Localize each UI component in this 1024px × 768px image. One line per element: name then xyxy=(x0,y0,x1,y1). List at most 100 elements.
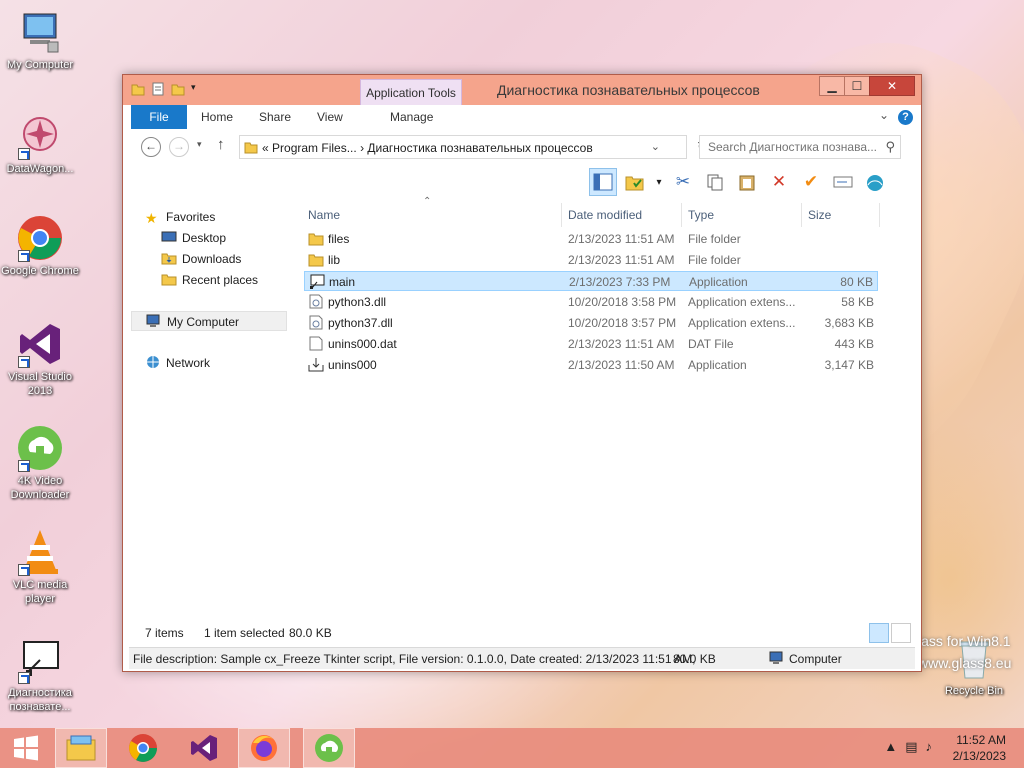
ribbon-expand-chevron-icon[interactable]: ⌄ xyxy=(879,108,889,122)
file-row[interactable]: unins000 2/13/2023 11:50 AM Application … xyxy=(304,355,878,375)
dll-icon xyxy=(308,294,324,309)
volume-icon[interactable]: ♪ xyxy=(926,739,941,754)
taskbar-firefox[interactable] xyxy=(238,728,290,768)
taskbar-chrome[interactable] xyxy=(117,728,169,768)
nav-desktop[interactable]: Desktop xyxy=(161,228,226,248)
file-row[interactable]: files 2/13/2023 11:51 AM File folder xyxy=(304,229,878,249)
taskbar-4k-downloader[interactable] xyxy=(303,728,355,768)
firefox-icon xyxy=(251,735,277,761)
desktop-icon-vlc[interactable]: VLC media player xyxy=(0,528,80,606)
desktop-icon-chrome[interactable]: Google Chrome xyxy=(0,214,80,278)
details-location: Computer xyxy=(789,652,842,666)
file-description: File description: Sample cx_Freeze Tkint… xyxy=(133,652,696,666)
rename-icon[interactable] xyxy=(829,168,857,196)
nav-recent-places[interactable]: Recent places xyxy=(161,270,258,290)
shell-icon[interactable] xyxy=(861,168,889,196)
maximize-button[interactable]: ☐ xyxy=(844,76,870,96)
preview-pane-button[interactable] xyxy=(589,168,617,196)
tab-view[interactable]: View xyxy=(317,105,343,129)
chrome-icon xyxy=(16,214,64,262)
copy-icon[interactable] xyxy=(701,168,729,196)
tab-manage[interactable]: Manage xyxy=(390,105,433,129)
nav-favorites[interactable]: ★ Favorites xyxy=(145,207,215,227)
taskbar-file-explorer[interactable] xyxy=(55,728,107,768)
title-bar[interactable]: ▾ Application Tools Диагностика познават… xyxy=(123,75,921,105)
search-box[interactable]: ⚲ xyxy=(699,135,901,159)
window-title: Диагностика познавательных процессов xyxy=(497,82,760,98)
check-icon[interactable]: ✔ xyxy=(797,168,825,196)
breadcrumb-program-files[interactable]: Program Files... xyxy=(272,141,357,155)
customize-chevron-icon[interactable]: ▾ xyxy=(191,82,205,96)
column-header-size[interactable]: Size xyxy=(803,203,879,227)
breadcrumb-separator[interactable]: › xyxy=(360,141,364,155)
recent-locations-chevron-icon[interactable]: ▾ xyxy=(197,139,202,150)
address-overflow[interactable]: « xyxy=(262,141,269,155)
desktop-icon-label: VLC media player xyxy=(12,579,68,605)
file-row[interactable]: python37.dll 10/20/2018 3:57 PM Applicat… xyxy=(304,313,878,333)
help-icon[interactable]: ? xyxy=(898,110,913,125)
taskbar-clock[interactable]: 11:52 AM 2/13/2023 xyxy=(953,732,1006,764)
clock-date: 2/13/2023 xyxy=(952,749,1006,763)
desktop-icon-label: DataWagon... xyxy=(6,163,74,175)
address-bar[interactable]: « Program Files... › Диагностика познава… xyxy=(239,135,708,159)
close-button[interactable]: ✕ xyxy=(869,76,915,96)
up-arrow-icon[interactable]: ↑ xyxy=(217,136,225,153)
back-button[interactable]: ← xyxy=(141,137,161,157)
file-icon xyxy=(308,336,324,351)
tray-expand-chevron-icon[interactable]: ▲ xyxy=(884,739,905,754)
network-icon xyxy=(145,355,161,369)
search-icon[interactable]: ⚲ xyxy=(885,139,895,155)
search-input[interactable] xyxy=(700,136,880,158)
folder-icon xyxy=(308,252,324,267)
column-header-date[interactable]: Date modified xyxy=(563,203,681,227)
minimize-button[interactable]: ▁ xyxy=(819,76,845,96)
chrome-icon xyxy=(129,734,157,762)
desktop-icon-label: Recycle Bin xyxy=(944,685,1004,697)
desktop-icon-label: Visual Studio 2013 xyxy=(7,371,72,397)
visual-studio-icon xyxy=(191,735,217,761)
status-bar: 7 items 1 item selected 80.0 KB xyxy=(129,623,915,645)
tab-file[interactable]: File xyxy=(131,105,187,129)
details-view-button[interactable] xyxy=(869,623,889,643)
desktop-icon-datawagon[interactable]: DataWagon... xyxy=(0,112,80,176)
datawagon-icon xyxy=(16,112,64,160)
new-folder-icon[interactable] xyxy=(171,82,185,96)
desktop-icon-label: My Computer xyxy=(6,59,74,71)
app-shortcut-icon xyxy=(16,636,64,684)
breadcrumb-current[interactable]: Диагностика познавательных процессов xyxy=(367,141,592,155)
properties-icon[interactable] xyxy=(151,82,165,96)
desktop-icon-4k-downloader[interactable]: 4K Video Downloader xyxy=(0,424,80,502)
large-icons-view-button[interactable] xyxy=(891,623,911,643)
file-row-selected[interactable]: main 2/13/2023 7:33 PM Application 80 KB xyxy=(304,271,878,291)
network-icon[interactable]: ▤ xyxy=(905,739,925,754)
nav-network[interactable]: Network xyxy=(145,353,210,373)
paste-icon[interactable] xyxy=(733,168,761,196)
address-dropdown-chevron-icon[interactable]: ⌄ xyxy=(651,140,660,153)
folder-check-icon[interactable] xyxy=(621,168,649,196)
taskbar-visual-studio[interactable] xyxy=(178,728,230,768)
file-row[interactable]: lib 2/13/2023 11:51 AM File folder xyxy=(304,250,878,270)
desktop-icon-diagnostika[interactable]: Диагностика познавате... xyxy=(0,636,80,714)
nav-downloads[interactable]: Downloads xyxy=(161,249,241,269)
column-header-name[interactable]: Name xyxy=(303,203,561,227)
folder-options-chevron-icon[interactable]: ▾ xyxy=(653,168,665,196)
delete-icon[interactable]: ✕ xyxy=(765,168,793,196)
system-tray[interactable]: ▲▤♪ xyxy=(884,739,940,755)
forward-button[interactable]: → xyxy=(169,137,189,157)
desktop-icon-my-computer[interactable]: My Computer xyxy=(0,8,80,72)
application-tools-context-tab: Application Tools xyxy=(360,79,462,105)
nav-my-computer[interactable]: My Computer xyxy=(131,311,287,331)
desktop-icon-visual-studio[interactable]: Visual Studio 2013 xyxy=(0,320,80,398)
file-row[interactable]: unins000.dat 2/13/2023 11:51 AM DAT File… xyxy=(304,334,878,354)
cut-icon[interactable]: ✂ xyxy=(669,168,697,196)
desktop-icon-label: 4K Video Downloader xyxy=(10,475,70,501)
details-bar: File description: Sample cx_Freeze Tkint… xyxy=(129,647,915,669)
folder-icon[interactable] xyxy=(131,82,145,96)
start-button[interactable] xyxy=(0,728,52,768)
computer-icon xyxy=(146,314,162,328)
tab-home[interactable]: Home xyxy=(201,105,233,129)
file-row[interactable]: python3.dll 10/20/2018 3:58 PM Applicati… xyxy=(304,292,878,312)
column-header-type[interactable]: Type xyxy=(683,203,801,227)
tab-share[interactable]: Share xyxy=(259,105,291,129)
windows-logo-icon xyxy=(14,735,38,761)
